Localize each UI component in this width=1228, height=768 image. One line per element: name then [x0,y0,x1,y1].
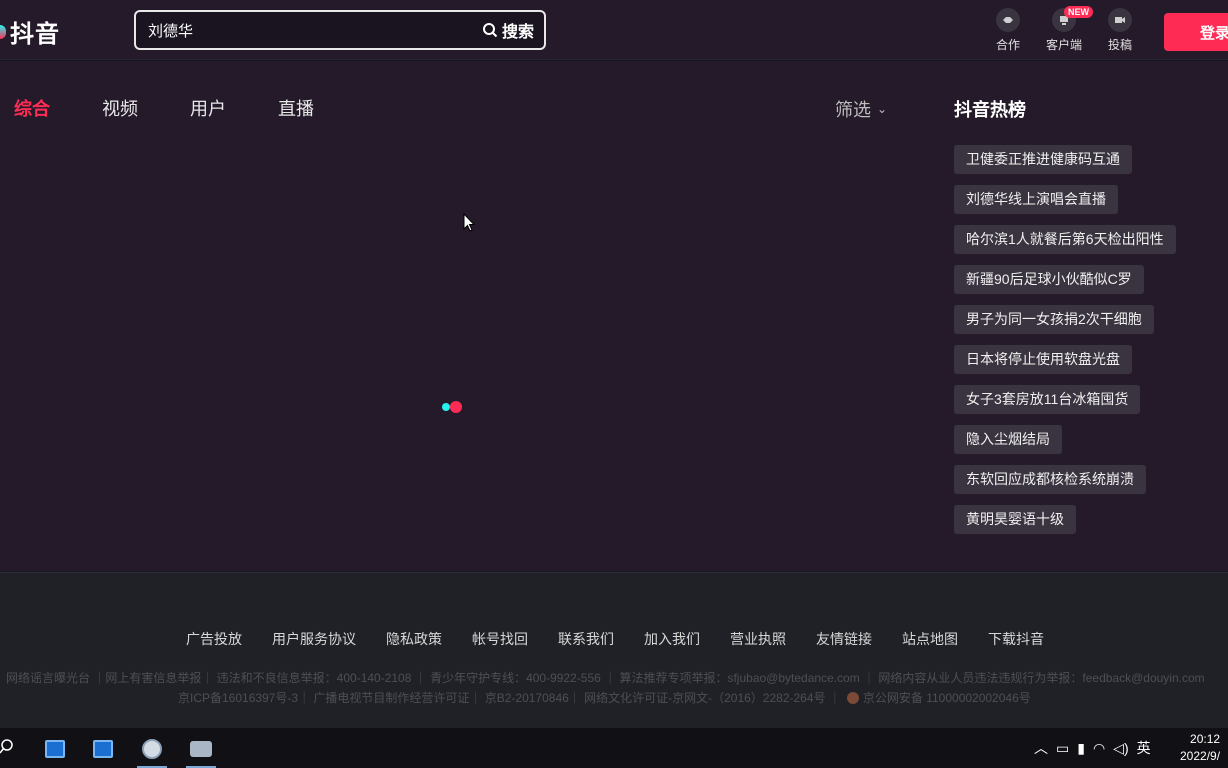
cooperation-label: 合作 [995,38,1020,52]
douyin-logo[interactable]: 抖音 [0,14,60,49]
upload-button[interactable]: 投稿 [1092,8,1148,53]
filter-dropdown[interactable]: 筛选 ⌄ [835,96,887,122]
footer-link-download[interactable]: 下载抖音 [988,629,1044,649]
filter-label: 筛选 [835,100,871,120]
taskbar-search-icon[interactable] [0,738,14,756]
footer-police-record[interactable]: 京公网安备 11000002002046号 [863,689,1031,706]
loading-dot-cyan [442,403,450,411]
search-input[interactable] [136,12,472,48]
hot-item[interactable]: 男子为同一女孩捐2次干细胞 [954,305,1154,334]
tab-live[interactable]: 直播 [278,95,314,121]
hot-item[interactable]: 黄明昊婴语十级 [954,505,1076,534]
search-button-label: 搜索 [501,24,534,41]
loading-dot-red [450,401,462,413]
footer-link-join[interactable]: 加入我们 [644,629,700,649]
footer-link-agreement[interactable]: 用户服务协议 [272,629,356,649]
display-icon[interactable]: ▭ [1056,740,1069,757]
hot-item[interactable]: 日本将停止使用软盘光盘 [954,345,1132,374]
page-footer: 广告投放 用户服务协议 隐私政策 帐号找回 联系我们 加入我们 营业执照 友情链… [0,572,1228,728]
search-results-area: 综合 视频 用户 直播 筛选 ⌄ 抖音热榜 卫健委正推进健康码互通 刘德华线上演… [0,61,1228,571]
client-download-button[interactable]: NEW 客户端 [1036,6,1093,53]
monitor-icon [45,740,65,758]
hot-item[interactable]: 卫健委正推进健康码互通 [954,145,1132,174]
clock-date: 2022/9/ [1180,749,1221,763]
windows-taskbar: ︿ ▭ ▮ ◠ ◁) 英 20:12 2022/9/ [0,728,1228,768]
hot-item[interactable]: 哈尔滨1人就餐后第6天检出阳性 [954,225,1176,254]
chevron-down-icon: ⌄ [877,102,888,116]
hot-item[interactable]: 新疆90后足球小伙酷似C罗 [954,265,1144,294]
search-button[interactable]: 搜索 [472,12,544,48]
mouse-cursor-icon [463,213,475,232]
tab-general[interactable]: 综合 [14,95,50,121]
search-bar: 搜索 [134,10,546,50]
upload-label: 投稿 [1107,38,1132,52]
input-language[interactable]: 英 [1137,738,1151,758]
login-button[interactable]: 登录 [1164,13,1228,51]
clock-time: 20:12 [1190,732,1221,746]
footer-link-ads[interactable]: 广告投放 [186,629,242,649]
footer-link-contact[interactable]: 联系我们 [558,629,614,649]
cooperation-button[interactable]: 合作 [980,8,1036,53]
hot-list-title: 抖音热榜 [954,100,1026,120]
tab-videos[interactable]: 视频 [102,95,138,121]
footer-link-sitemap[interactable]: 站点地图 [902,629,958,649]
browser-icon [142,739,162,759]
logo-mark-icon [0,24,6,39]
tab-users[interactable]: 用户 [190,95,226,121]
hot-item[interactable]: 东软回应成都核检系统崩溃 [954,465,1146,494]
volume-icon[interactable]: ◁) [1113,740,1128,757]
battery-icon[interactable]: ▮ [1077,740,1085,757]
footer-license-text: 京ICP备16016397号-3｜ 广播电视节目制作经营许可证｜ 京B2-201… [178,691,841,705]
police-badge-icon [846,691,859,704]
footer-link-privacy[interactable]: 隐私政策 [386,629,442,649]
footer-link-license[interactable]: 营业执照 [730,629,786,649]
camera-icon [190,741,212,757]
hot-item[interactable]: 隐入尘烟结局 [954,425,1062,454]
hot-item[interactable]: 刘德华线上演唱会直播 [954,185,1118,214]
hot-item[interactable]: 女子3套房放11台冰箱囤货 [954,385,1141,414]
logo-text: 抖音 [10,21,60,48]
monitor-icon [93,740,113,758]
footer-license-line: 京ICP备16016397号-3｜ 广播电视节目制作经营许可证｜ 京B2-201… [178,689,1031,706]
result-tabs: 综合 视频 用户 直播 [14,95,366,121]
chevron-up-icon[interactable]: ︿ [1034,738,1048,758]
footer-links: 广告投放 用户服务协议 隐私政策 帐号找回 联系我们 加入我们 营业执照 友情链… [186,629,1074,649]
new-badge: NEW [1064,6,1093,18]
footer-report-line: 网络谣言曝光台 ｜网上有害信息举报｜ 违法和不良信息举报：400-140-210… [6,671,1205,685]
system-tray: ︿ ▭ ▮ ◠ ◁) 英 [1034,738,1159,758]
taskbar-clock[interactable]: 20:12 2022/9/ [1180,731,1220,765]
handshake-icon [996,8,1020,32]
taskbar-app-remote-desktop-2[interactable] [86,734,120,764]
upload-video-icon [1108,8,1132,32]
search-icon [482,23,498,38]
footer-link-account-recovery[interactable]: 帐号找回 [472,629,528,649]
loading-spinner [442,400,464,414]
wifi-icon[interactable]: ◠ [1093,740,1105,757]
header-actions: 合作 NEW 客户端 投稿 [980,6,1148,53]
top-header: 抖音 搜索 合作 NEW 客户端 投稿 登录 [0,0,1228,60]
taskbar-app-remote-desktop[interactable] [38,734,72,764]
hot-list: 卫健委正推进健康码互通 刘德华线上演唱会直播 哈尔滨1人就餐后第6天检出阳性 新… [954,145,1176,545]
client-label: 客户端 [1045,38,1082,52]
taskbar-app-browser[interactable] [135,734,169,768]
taskbar-app-recorder[interactable] [184,734,218,768]
footer-link-friends[interactable]: 友情链接 [816,629,872,649]
